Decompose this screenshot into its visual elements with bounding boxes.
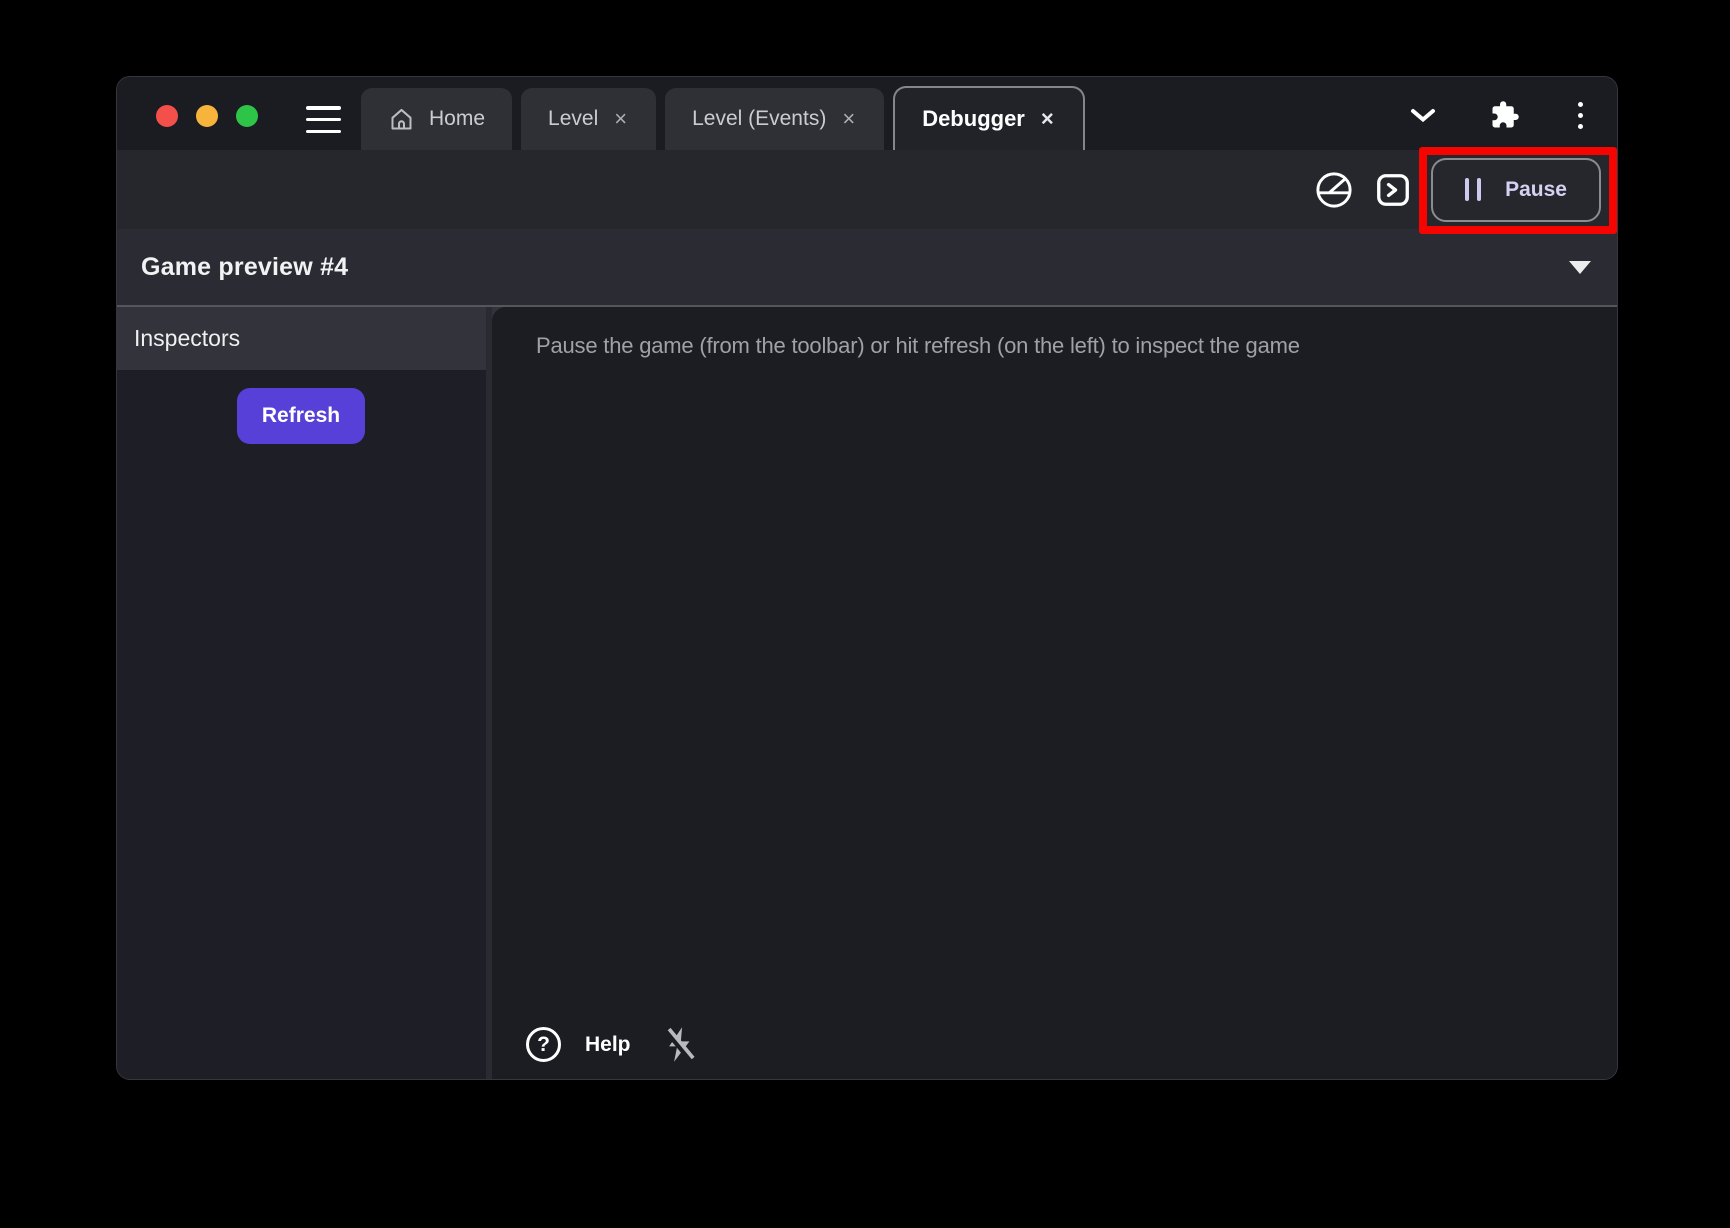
tab-label: Home — [429, 107, 485, 131]
question-mark: ? — [537, 1033, 550, 1057]
traffic-lights — [156, 105, 258, 127]
inspectors-body: Refresh — [117, 370, 486, 1079]
pause-button-label: Pause — [1505, 178, 1567, 202]
pause-hint-message: Pause the game (from the toolbar) or hit… — [492, 307, 1617, 359]
tab-label: Debugger — [922, 106, 1025, 132]
content-area: Inspectors Refresh Pause the game (from … — [117, 307, 1617, 1079]
app-window: Home Level × Level (Events) × Debugger × — [116, 76, 1618, 1080]
main-footer: ? Help — [526, 1026, 695, 1063]
tab-level[interactable]: Level × — [521, 88, 656, 150]
close-tab-icon[interactable]: × — [612, 108, 629, 130]
chevron-down-icon[interactable] — [1410, 108, 1436, 123]
menu-icon[interactable] — [306, 106, 341, 133]
help-icon[interactable]: ? — [526, 1027, 561, 1062]
console-icon[interactable] — [1374, 171, 1412, 209]
refresh-button[interactable]: Refresh — [237, 388, 365, 444]
close-tab-icon[interactable]: × — [1039, 108, 1056, 130]
inspectors-panel: Inspectors Refresh — [117, 307, 486, 1079]
pause-icon — [1465, 178, 1481, 201]
tab-label: Level — [548, 107, 598, 131]
minimize-window-button[interactable] — [196, 105, 218, 127]
titlebar: Home Level × Level (Events) × Debugger × — [117, 77, 1617, 150]
profiler-gauge-icon[interactable] — [1313, 169, 1355, 211]
flash-off-icon[interactable] — [663, 1026, 695, 1063]
game-preview-label: Game preview #4 — [141, 253, 348, 282]
inspectors-title: Inspectors — [134, 325, 240, 352]
debugger-toolbar: Pause — [117, 150, 1617, 229]
tab-home[interactable]: Home — [361, 88, 512, 150]
tab-level-events[interactable]: Level (Events) × — [665, 88, 884, 150]
close-tab-icon[interactable]: × — [840, 108, 857, 130]
home-icon — [388, 106, 415, 133]
close-window-button[interactable] — [156, 105, 178, 127]
tab-label: Level (Events) — [692, 107, 826, 131]
zoom-window-button[interactable] — [236, 105, 258, 127]
pause-button[interactable]: Pause — [1431, 158, 1601, 222]
help-label[interactable]: Help — [585, 1033, 631, 1057]
game-preview-selector[interactable]: Game preview #4 — [117, 229, 1617, 307]
tab-debugger[interactable]: Debugger × — [893, 86, 1085, 150]
more-options-icon[interactable] — [1574, 102, 1587, 129]
inspector-main-area: Pause the game (from the toolbar) or hit… — [492, 307, 1617, 1079]
titlebar-actions — [1410, 99, 1587, 131]
dropdown-caret-icon[interactable] — [1569, 261, 1591, 274]
extensions-puzzle-icon[interactable] — [1490, 100, 1520, 130]
inspectors-header: Inspectors — [117, 307, 486, 370]
tab-bar: Home Level × Level (Events) × Debugger × — [361, 86, 1085, 150]
